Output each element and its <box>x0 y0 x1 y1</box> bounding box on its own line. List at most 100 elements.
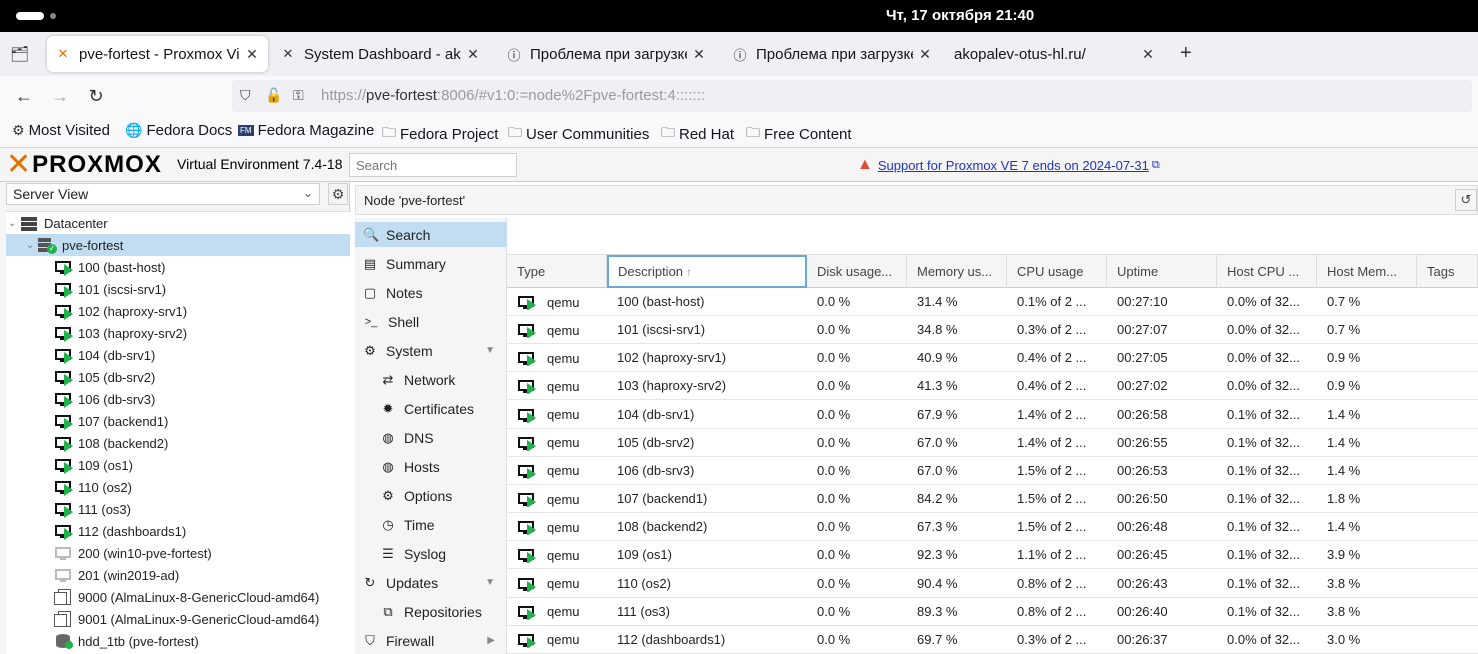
table-row[interactable]: qemu 108 (backend2) 0.0 % 67.3 % 1.5% of 2 .… <box>507 513 1478 542</box>
back-button[interactable]: ← <box>13 85 35 107</box>
table-row[interactable]: qemu 103 (haproxy-srv2) 0.0 % 41.3 % 0.4% of… <box>507 372 1478 401</box>
table-row[interactable]: qemu 101 (iscsi-srv1) 0.0 % 34.8 % 0.3% of 2… <box>507 316 1478 345</box>
system-clock[interactable]: Чт, 17 октября 21:40 <box>886 7 1034 24</box>
reload-button[interactable]: ↺ <box>1455 189 1477 211</box>
close-tab-icon[interactable]: ✕ <box>244 46 260 63</box>
workspace-indicator[interactable] <box>16 12 44 20</box>
firefox-view-icon[interactable]: 🗂 <box>10 45 29 63</box>
column-header-3[interactable]: Memory us... <box>907 255 1007 288</box>
table-row[interactable]: qemu 110 (os2) 0.0 % 90.4 % 0.8% of 2 ... 00:… <box>507 570 1478 598</box>
table-row[interactable]: qemu 111 (os3) 0.0 % 89.3 % 0.8% of 2 ... 00:… <box>507 598 1478 626</box>
key-icon[interactable]: ⚿ <box>293 87 304 104</box>
tree-item[interactable]: 107 (backend1) <box>6 410 350 432</box>
bookmark-red-hat[interactable]: 🗀 Red Hat <box>661 122 734 146</box>
workspace-dot[interactable] <box>50 13 56 19</box>
chevron-down-icon[interactable]: ▼ <box>485 345 495 356</box>
tree-item[interactable]: 111 (os3) <box>6 498 350 520</box>
menu-item-hosts[interactable]: ◍ Hosts <box>355 454 507 479</box>
tree-item[interactable]: 201 (win2019-ad) <box>6 564 350 586</box>
forward-button[interactable]: → <box>49 85 71 107</box>
lock-warning-icon[interactable]: 🔓 <box>265 87 282 104</box>
bookmark-free-content[interactable]: 🗀 Free Content <box>746 122 852 146</box>
tree-item[interactable]: hdd_1tb (pve-fortest) <box>6 630 350 652</box>
tree-item[interactable]: 100 (bast-host) <box>6 256 350 278</box>
tab-title: pve-fortest - Proxmox Virtual Environmen… <box>79 45 240 63</box>
menu-item-network[interactable]: ⇄ Network <box>355 367 507 392</box>
tree-item[interactable]: ⌄ Datacenter <box>6 212 350 234</box>
tree-item[interactable]: 110 (os2) <box>6 476 350 498</box>
column-header-0[interactable]: Type <box>507 255 607 288</box>
expand-caret-icon[interactable]: ⌄ <box>8 218 16 229</box>
support-warning-link[interactable]: Support for Proxmox VE 7 ends on 2024-07… <box>878 158 1149 173</box>
column-header-5[interactable]: Uptime <box>1107 255 1217 288</box>
menu-item-certificates[interactable]: ✹ Certificates <box>355 396 507 421</box>
browser-tab[interactable]: akopalev-otus-hl.ru/ ✕ <box>946 36 1164 72</box>
bookmark-fedora-docs[interactable]: 🌐 Fedora Docs <box>125 122 232 139</box>
tree-item[interactable]: 104 (db-srv1) <box>6 344 350 366</box>
menu-item-notes[interactable]: ▢ Notes <box>355 280 507 305</box>
table-row[interactable]: qemu 102 (haproxy-srv1) 0.0 % 40.9 % 0.4% of… <box>507 344 1478 373</box>
tree-item[interactable]: 9000 (AlmaLinux-8-GenericCloud-amd64) <box>6 586 350 608</box>
address-bar[interactable]: ⛉ 🔓 ⚿ https://pve-fortest:8006/#v1:0:=no… <box>232 80 1472 112</box>
url-text[interactable]: https://pve-fortest:8006/#v1:0:=node%2Fp… <box>321 87 705 104</box>
close-tab-icon[interactable]: ✕ <box>691 46 707 63</box>
table-row[interactable]: qemu 106 (db-srv3) 0.0 % 67.0 % 1.5% of 2 ..… <box>507 457 1478 485</box>
browser-tab[interactable]: ⓘ Проблема при загрузке страницы✕ <box>724 36 941 72</box>
menu-item-summary[interactable]: ▤ Summary <box>355 251 507 276</box>
close-tab-icon[interactable]: ✕ <box>917 46 933 63</box>
menu-item-dns[interactable]: ◍ DNS <box>355 425 507 450</box>
column-header-8[interactable]: Tags <box>1417 255 1478 288</box>
tree-item[interactable]: 102 (haproxy-srv1) <box>6 300 350 322</box>
view-selector[interactable]: Server View ⌄ <box>6 183 320 205</box>
table-row[interactable]: qemu 105 (db-srv2) 0.0 % 67.0 % 1.4% of 2 ..… <box>507 429 1478 457</box>
table-row[interactable]: qemu 104 (db-srv1) 0.0 % 67.9 % 1.4% of 2 ..… <box>507 401 1478 429</box>
table-row[interactable]: qemu 112 (dashboards1) 0.0 % 69.7 % 0.3% of … <box>507 626 1478 654</box>
tree-item[interactable]: 101 (iscsi-srv1) <box>6 278 350 300</box>
column-header-6[interactable]: Host CPU ... <box>1217 255 1317 288</box>
menu-item-repositories[interactable]: ⧉ Repositories <box>355 599 507 624</box>
column-header-2[interactable]: Disk usage... <box>807 255 907 288</box>
menu-item-search[interactable]: 🔍 Search <box>355 222 507 247</box>
menu-item-updates[interactable]: ↻ Updates ▼ <box>355 570 507 595</box>
shield-icon[interactable]: ⛉ <box>240 87 251 104</box>
tree-item[interactable]: 105 (db-srv2) <box>6 366 350 388</box>
datacenter-icon <box>20 215 38 231</box>
column-header-7[interactable]: Host Mem... <box>1317 255 1417 288</box>
pve-search-input[interactable] <box>349 153 517 177</box>
tree-item[interactable]: 109 (os1) <box>6 454 350 476</box>
menu-item-shell[interactable]: >_ Shell <box>355 309 507 334</box>
browser-tab[interactable]: ⓘ Проблема при загрузке страницы✕ <box>498 36 715 72</box>
tree-settings-button[interactable]: ⚙ <box>328 183 348 205</box>
tree-item[interactable]: 200 (win10-pve-fortest) <box>6 542 350 564</box>
chevron-down-icon[interactable]: ▼ <box>485 577 495 588</box>
bookmark-user-communities[interactable]: 🗀 User Communities <box>508 122 649 146</box>
table-row[interactable]: qemu 100 (bast-host) 0.0 % 31.4 % 0.1% of 2 … <box>507 288 1478 316</box>
tree-item[interactable]: 9001 (AlmaLinux-9-GenericCloud-amd64) <box>6 608 350 630</box>
menu-item-system[interactable]: ⚙ System ▼ <box>355 338 507 363</box>
menu-item-time[interactable]: ◷ Time <box>355 512 507 537</box>
table-row[interactable]: qemu 109 (os1) 0.0 % 92.3 % 1.1% of 2 ... 00:… <box>507 541 1478 570</box>
tree-item[interactable]: 108 (backend2) <box>6 432 350 454</box>
browser-tab[interactable]: ✕pve-fortest - Proxmox Virtual Environme… <box>47 36 268 72</box>
bookmark-fedora-magazine[interactable]: FM Fedora Magazine <box>238 122 374 139</box>
tree-item[interactable]: 103 (haproxy-srv2) <box>6 322 350 344</box>
chevron-right-icon[interactable]: ▶ <box>487 635 495 646</box>
browser-tab[interactable]: ✕System Dashboard - akopalev✕ <box>272 36 489 72</box>
bookmark-fedora-project[interactable]: 🗀 Fedora Project <box>382 122 498 146</box>
reload-button[interactable]: ↻ <box>85 85 107 107</box>
table-row[interactable]: qemu 107 (backend1) 0.0 % 84.2 % 1.5% of 2 .… <box>507 485 1478 514</box>
expand-caret-icon[interactable]: ⌄ <box>26 240 34 251</box>
tree-item[interactable]: 106 (db-srv3) <box>6 388 350 410</box>
column-header-4[interactable]: CPU usage <box>1007 255 1107 288</box>
column-header-1[interactable]: Description ↑ <box>607 255 807 288</box>
cell-cpu: 0.8% of 2 ... <box>1017 603 1087 619</box>
close-tab-icon[interactable]: ✕ <box>465 46 481 63</box>
tree-item[interactable]: 112 (dashboards1) <box>6 520 350 542</box>
menu-item-firewall[interactable]: ⛉ Firewall ▶ <box>355 628 507 653</box>
menu-item-options[interactable]: ⚙ Options <box>355 483 507 508</box>
menu-item-syslog[interactable]: ☰ Syslog <box>355 541 507 566</box>
close-tab-icon[interactable]: ✕ <box>1140 46 1156 63</box>
bookmark-most-visited[interactable]: ⚙ Most Visited <box>12 122 110 139</box>
new-tab-button[interactable]: + <box>1180 42 1192 65</box>
tree-item[interactable]: ⌄ ✓ pve-fortest <box>6 234 350 256</box>
